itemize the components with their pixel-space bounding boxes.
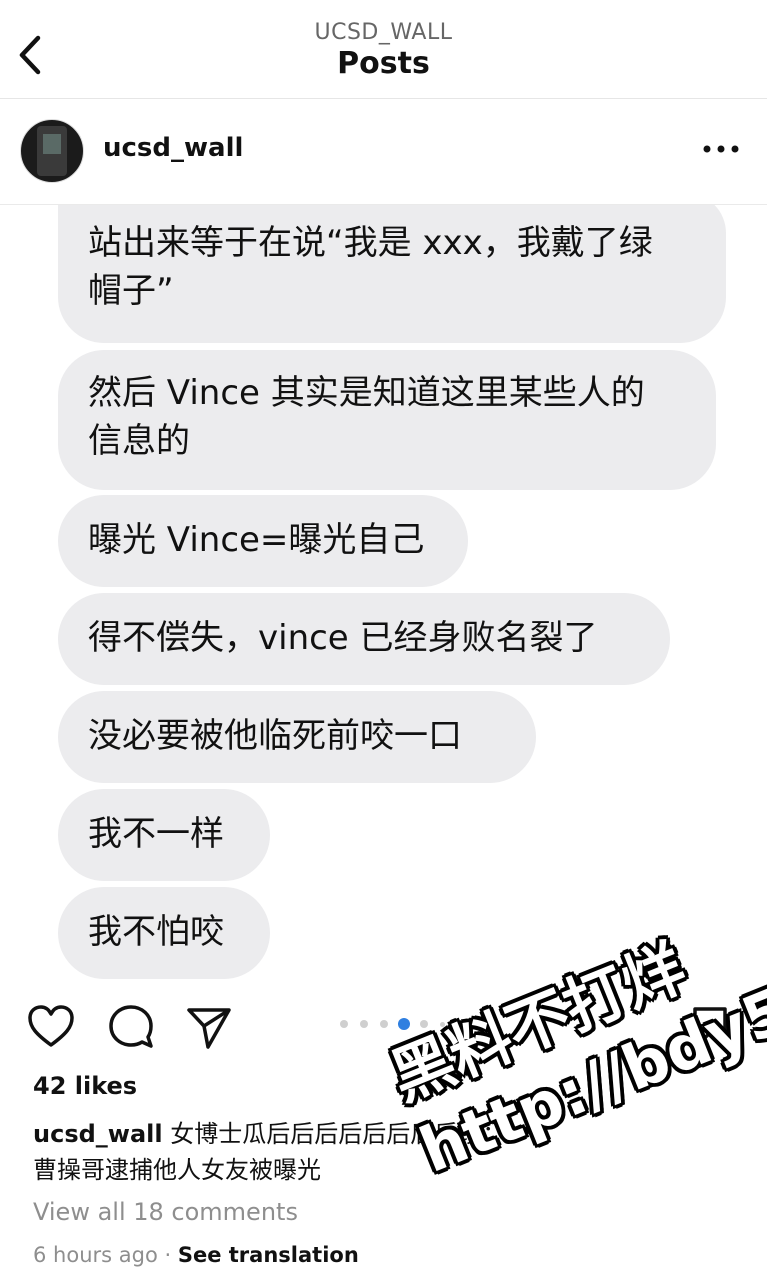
post-meta: 6 hours ago · See translation [33, 1243, 359, 1267]
caption-username[interactable]: ucsd_wall [33, 1120, 163, 1148]
carousel-dot [340, 1020, 348, 1028]
page-title: Posts [337, 46, 430, 81]
post-actions [0, 990, 767, 1060]
more-options-icon[interactable] [701, 134, 741, 164]
share-send-icon[interactable] [184, 1002, 234, 1052]
chat-bubble: 没必要被他临死前咬一口 [58, 691, 536, 783]
comment-bubble-icon[interactable] [106, 1002, 156, 1052]
like-heart-icon[interactable] [26, 1002, 76, 1052]
bookmark-icon[interactable] [691, 1005, 729, 1051]
chat-bubble: 我不怕咬 [58, 887, 270, 979]
carousel-dot [398, 1018, 410, 1030]
account-name: UCSD_WALL [314, 20, 453, 45]
chat-bubble: 站出来等于在说“我是 xxx，我戴了绿 帽子” [58, 205, 726, 343]
post-header: ucsd_wall [0, 99, 767, 205]
carousel-dot [440, 1022, 445, 1027]
post-image[interactable]: 站出来等于在说“我是 xxx，我戴了绿 帽子” 然后 Vince 其实是知道这里… [0, 205, 767, 987]
top-bar: UCSD_WALL Posts [0, 0, 767, 99]
avatar[interactable] [20, 119, 84, 183]
chat-bubble: 曝光 Vince=曝光自己 [58, 495, 468, 587]
avatar-screen-shape [43, 134, 61, 154]
chat-bubble: 得不偿失，vince 已经身败名裂了 [58, 593, 670, 685]
carousel-dot [360, 1020, 368, 1028]
carousel-dot [380, 1020, 388, 1028]
meta-separator: · [157, 1243, 178, 1267]
likes-count[interactable]: 42 likes [33, 1072, 137, 1100]
see-translation-link[interactable]: See translation [178, 1243, 359, 1267]
carousel-indicator [340, 1018, 460, 1030]
carousel-dot [420, 1020, 428, 1028]
chat-bubble: 然后 Vince 其实是知道这里某些人的 信息的 [58, 350, 716, 490]
post-caption: ucsd_wall 女博士瓜后后后后后后后后续： 曹操哥逮捕他人女友被曝光 [33, 1116, 593, 1188]
post-time: 6 hours ago [33, 1243, 158, 1267]
chat-bubble: 我不一样 [58, 789, 270, 881]
post-username[interactable]: ucsd_wall [103, 133, 243, 163]
view-comments-link[interactable]: View all 18 comments [33, 1198, 298, 1226]
